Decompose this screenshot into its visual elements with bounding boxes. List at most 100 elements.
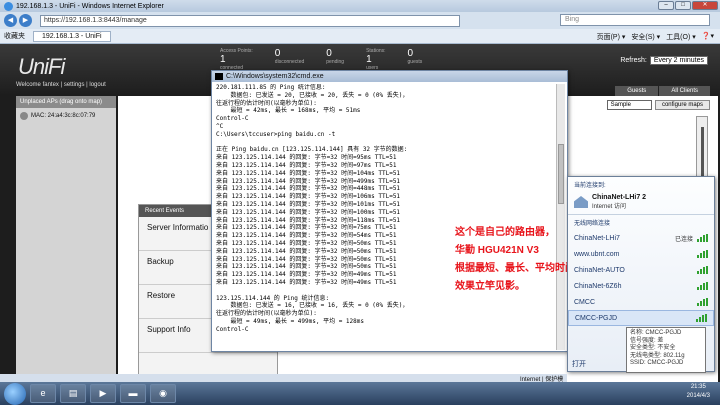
stat-stations-guests[interactable]: 0 guests (408, 48, 423, 71)
cmd-line: 数据包: 已发送 = 20, 已接收 = 20, 丢失 = 0 (0% 丢失)， (216, 91, 409, 99)
help-menu[interactable]: ❓▾ (702, 32, 714, 42)
back-icon[interactable]: ◀ (4, 14, 17, 27)
currently-connected-header: 当前连接到: (574, 183, 606, 189)
cmd-scroll-thumb[interactable] (558, 144, 564, 204)
wireless-network-name: CMCC (574, 298, 595, 306)
browser-tab[interactable]: 192.168.1.3 - UniFi (33, 30, 111, 42)
signal-bar (706, 298, 708, 306)
cmd-title: C:\Windows\system32\cmd.exe (226, 73, 324, 80)
annotation-line: 效果立竿见影。 (455, 281, 525, 292)
refresh-select[interactable]: Every 2 minutes (649, 56, 708, 65)
unplaced-ap-item[interactable]: MAC: 24:a4:3c:8c:07:79 (16, 108, 116, 124)
signal-bar (700, 269, 702, 274)
stat-value: 1 (220, 54, 226, 65)
signal-bar (699, 317, 701, 322)
wireless-network-status: 已连接 (674, 236, 693, 243)
wireless-network-item[interactable]: CMCC-PGJD (568, 310, 714, 326)
tab-all-clients[interactable]: All Clients (659, 86, 710, 96)
page-menu[interactable]: 页面(P) ▾ (597, 32, 626, 42)
address-bar[interactable]: https://192.168.1.3:8443/manage (40, 14, 460, 27)
stat-stations-users[interactable]: Stations: 1 users (366, 48, 385, 71)
cmd-line: 来自 123.125.114.144 的回复: 字节=32 时间=101ms T… (216, 200, 401, 208)
signal-bar (702, 315, 704, 322)
tooltip-line: SSID: CMCC-PGJD (630, 360, 684, 366)
tooltip-line: 无线电类型: 802.11g (630, 352, 685, 359)
open-network-center-link[interactable]: 打开 (572, 359, 586, 369)
cmd-window[interactable]: C:\Windows\system32\cmd.exe 220.181.111.… (211, 70, 568, 352)
map-label: ap: (595, 102, 604, 108)
safety-menu[interactable]: 安全(S) ▾ (631, 32, 660, 42)
annotation-line: 根据最短、最长、平均时间 (455, 263, 575, 274)
cmd-icon (215, 73, 223, 80)
stat-ap-pending[interactable]: 0 pending (326, 48, 344, 71)
signal-strength-icon (697, 282, 708, 290)
wireless-network-name: www.ubnt.com (574, 250, 620, 258)
connected-network: ChinaNet-LHi7 2 Internet 访问 (568, 192, 714, 212)
signal-bar (703, 283, 705, 290)
clock-date: 2014/4/3 (686, 393, 710, 399)
signal-bar (696, 319, 698, 322)
taskbar-firefox-icon[interactable]: ◉ (150, 384, 176, 403)
tooltip-line: 信号强度: 差 (630, 337, 664, 344)
cmd-line: 来自 123.125.114.144 的回复: 字节=32 时间=97ms TT… (216, 161, 397, 169)
taskbar-cmd-icon[interactable]: ▬ (120, 384, 146, 403)
wireless-network-item[interactable]: www.ubnt.com (568, 246, 714, 262)
taskbar-ie-icon[interactable]: e (30, 384, 56, 403)
stat-ap-connected[interactable]: Access Points: 1 connected (220, 48, 253, 71)
cmd-line: Control-C (216, 325, 249, 333)
configure-maps-button[interactable]: configure maps (654, 100, 710, 110)
wireless-network-item[interactable]: ChinaNet-LHi7 已连接 (568, 230, 714, 246)
minimize-button[interactable]: – (658, 1, 674, 10)
tools-menu[interactable]: 工具(O) ▾ (666, 32, 696, 42)
signal-bar (697, 255, 699, 258)
welcome-text: Welcome fantex (16, 82, 59, 88)
refresh-label: Refresh: (620, 57, 647, 64)
cmd-line: C:\Users\tccuser>ping baidu.cn -t (216, 130, 336, 138)
signal-strength-icon (697, 298, 708, 306)
connected-network-name: ChinaNet-LHi7 2 (592, 194, 647, 201)
signal-bar (703, 299, 705, 306)
ap-mac: MAC: 24:a4:3c:8c:07:79 (31, 113, 96, 119)
tooltip-line: 名称: CMCC-PGJD (630, 330, 682, 336)
wireless-network-item[interactable]: CMCC (568, 294, 714, 310)
favorites-button[interactable]: 收藏夹 (4, 31, 25, 41)
wireless-network-list: ChinaNet-LHi7 已连接 www.ubnt.com ChinaNet-AUT… (568, 230, 714, 326)
cmd-title-bar[interactable]: C:\Windows\system32\cmd.exe (212, 71, 567, 82)
taskbar-explorer-icon[interactable]: ▤ (60, 384, 86, 403)
signal-strength-icon (697, 250, 708, 258)
signal-bar (700, 301, 702, 306)
window-title-bar: 192.168.1.3 - UniFi - Windows Internet E… (0, 0, 720, 12)
annotation-line: 这个是自己的路由器， (455, 227, 555, 238)
cmd-line: 来自 123.125.114.144 的回复: 字节=32 时间=448ms T… (216, 185, 401, 193)
maximize-button[interactable]: □ (675, 1, 691, 10)
taskbar-media-icon[interactable]: ▶ (90, 384, 116, 403)
wireless-network-name: ChinaNet-LHi7 (574, 234, 620, 242)
wireless-network-item[interactable]: ChinaNet-6Z6h (568, 278, 714, 294)
refresh-control: Refresh: Every 2 minutes (620, 56, 708, 65)
wireless-network-item[interactable]: ChinaNet-AUTO (568, 262, 714, 278)
map-select[interactable]: Sample (606, 100, 652, 110)
search-input[interactable]: Bing (560, 14, 710, 26)
signal-bar (706, 282, 708, 290)
client-tabs: Guests All Clients (615, 86, 710, 96)
cmd-scrollbar[interactable] (556, 84, 565, 350)
ie-status-bar: Internet | 保护模式: 禁用 (0, 374, 567, 392)
signal-bar (706, 266, 708, 274)
tooltip-line: 安全类型: 不安全 (630, 345, 676, 351)
stat-label: disconnected (274, 59, 305, 65)
start-button[interactable] (4, 382, 26, 405)
signal-bar (706, 234, 708, 242)
signal-strength-icon (697, 234, 708, 242)
signal-bar (700, 237, 702, 242)
close-button[interactable]: ✕ (692, 1, 718, 10)
cmd-line: ^C (216, 122, 224, 130)
stat-ap-disconnected[interactable]: 0 disconnected (275, 48, 304, 71)
system-clock[interactable]: 21:35 2014/4/3 (687, 383, 710, 401)
tab-guests[interactable]: Guests (615, 86, 659, 96)
cmd-line: 220.181.111.85 的 Ping 统计信息: (216, 84, 326, 91)
forward-icon[interactable]: ▶ (19, 14, 32, 27)
wireless-network-name: ChinaNet-AUTO (574, 266, 625, 274)
url-text: https://192.168.1.3:8443/manage (44, 17, 147, 24)
settings-logout-links[interactable]: | settings | logout (61, 82, 106, 88)
signal-bar (703, 267, 705, 274)
